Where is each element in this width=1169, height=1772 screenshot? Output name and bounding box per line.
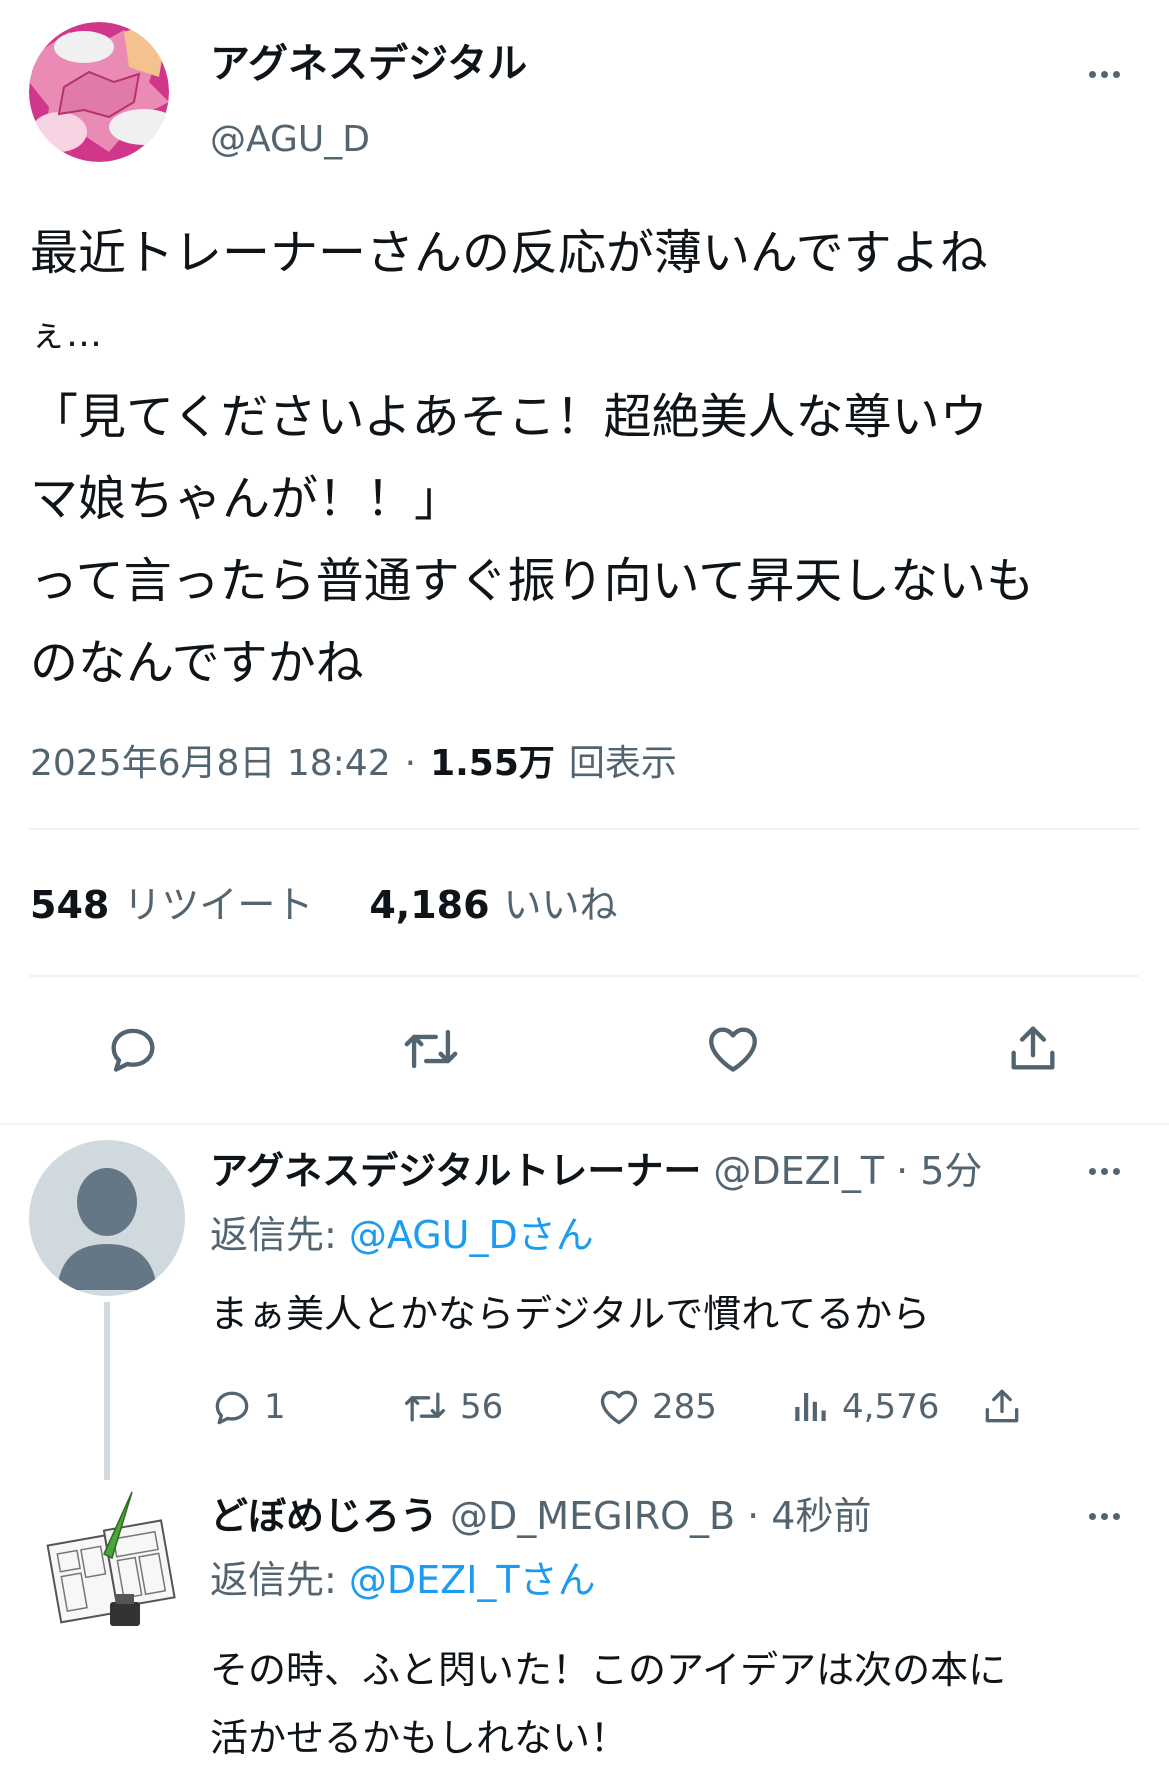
text-line: 「見てくださいよあそこ！超絶美人な尊いウ — [30, 389, 988, 445]
reply-count[interactable]: 1 — [210, 1385, 286, 1429]
retweet-label[interactable]: リツイート — [123, 882, 313, 928]
text-line: ぇ… — [30, 314, 103, 355]
like-label[interactable]: いいね — [504, 882, 618, 928]
separator: · — [404, 743, 417, 784]
text-line: って言ったら普通すぐ振り向いて昇天しないも — [30, 553, 1035, 609]
reply-icon[interactable] — [104, 1020, 162, 1078]
reply-display-name[interactable]: どぼめじろう — [210, 1493, 438, 1539]
reply-handle[interactable]: @D_MEGIRO_B — [450, 1493, 735, 1539]
default-avatar[interactable] — [29, 1140, 185, 1296]
timestamp-row: 2025年6月8日 18:42 · 1.55万 回表示 — [30, 742, 677, 786]
like-count[interactable]: 4,186 — [369, 882, 489, 928]
like-count[interactable]: 285 — [596, 1385, 717, 1429]
text-line: 活かせるかもしれない！ — [210, 1716, 629, 1760]
retweet-icon[interactable] — [400, 1020, 462, 1078]
more-icon[interactable] — [1089, 71, 1120, 78]
views-icon — [790, 1385, 832, 1429]
retweet-count[interactable]: 56 — [400, 1385, 503, 1429]
reply-to-handle[interactable]: @DEZI_T — [349, 1558, 520, 1602]
reply-icon — [210, 1385, 254, 1429]
main-tweet-text: 最近トレーナーさんの反応が薄いんですよね ぇ… 「見てくださいよあそこ！超絶美人… — [30, 212, 1150, 704]
retweet-count[interactable]: 548 — [30, 882, 109, 928]
views-count[interactable]: 4,576 — [790, 1385, 939, 1429]
reply-text: その時、ふと閃いた！このアイデアは次の本に 活かせるかもしれない！ — [210, 1636, 1006, 1772]
divider — [29, 975, 1139, 977]
views-count-value: 4,576 — [842, 1387, 940, 1427]
like-count-value: 285 — [652, 1387, 717, 1427]
text-line: マ娘ちゃんが！！」 — [30, 471, 463, 527]
main-handle[interactable]: @AGU_D — [210, 118, 370, 162]
engagement-stats: 548 リツイート 4,186 いいね — [30, 882, 618, 928]
retweet-count-value: 56 — [460, 1387, 504, 1427]
reply-header: アグネスデジタルトレーナー @DEZI_T · 5分 — [210, 1148, 982, 1194]
share-icon[interactable] — [1004, 1018, 1062, 1078]
reply-display-name[interactable]: アグネスデジタルトレーナー — [210, 1148, 701, 1194]
text-line: のなんですかね — [30, 635, 364, 691]
timestamp[interactable]: 2025年6月8日 18:42 — [30, 742, 391, 786]
reply-to-handle[interactable]: @AGU_D — [349, 1213, 518, 1257]
reply-to-suffix[interactable]: さん — [518, 1213, 594, 1257]
reply-header: どぼめじろう @D_MEGIRO_B · 4秒前 — [210, 1493, 871, 1539]
like-icon — [596, 1385, 642, 1429]
user-avatar[interactable] — [40, 1490, 180, 1630]
thread-divider — [0, 1123, 1169, 1125]
more-icon[interactable] — [1089, 1513, 1120, 1520]
retweet-icon — [400, 1385, 450, 1429]
reply-to: 返信先: @DEZI_Tさん — [210, 1557, 596, 1603]
reply-handle[interactable]: @DEZI_T — [713, 1148, 884, 1194]
thread-line — [104, 1302, 110, 1480]
text-line: 最近トレーナーさんの反応が薄いんですよね — [30, 225, 988, 281]
reply-time[interactable]: · 4秒前 — [747, 1493, 871, 1539]
main-avatar[interactable] — [29, 22, 169, 162]
more-icon[interactable] — [1089, 1168, 1120, 1175]
reply-time[interactable]: · 5分 — [896, 1148, 982, 1194]
share-icon[interactable] — [980, 1383, 1024, 1429]
views-label: 回表示 — [568, 743, 677, 784]
text-line: その時、ふと閃いた！このアイデアは次の本に — [210, 1648, 1007, 1692]
reply-text: まぁ美人とかならデジタルで慣れてるから — [210, 1292, 931, 1336]
reply-to-label: 返信先: — [210, 1558, 337, 1602]
like-icon[interactable] — [703, 1020, 763, 1078]
reply-to-suffix[interactable]: さん — [520, 1558, 596, 1602]
views-count: 1.55万 — [430, 743, 555, 784]
divider — [29, 828, 1139, 830]
reply-to: 返信先: @AGU_Dさん — [210, 1212, 594, 1258]
reply-to-label: 返信先: — [210, 1213, 337, 1257]
main-display-name[interactable]: アグネスデジタル — [210, 40, 527, 88]
reply-count-value: 1 — [264, 1387, 286, 1427]
